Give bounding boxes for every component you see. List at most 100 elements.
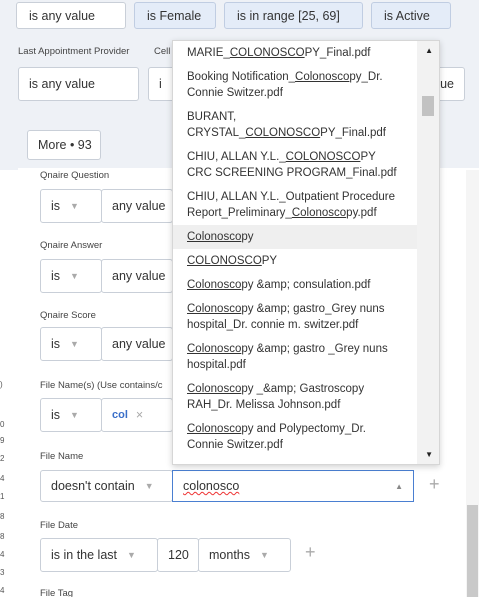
add-icon[interactable]: + — [305, 542, 316, 563]
suggestion-item[interactable]: BURANT, CRYSTAL_COLONOSCOPY_Final.pdf — [173, 105, 417, 145]
panel-scrollbar-thumb[interactable] — [467, 505, 478, 597]
suggestion-text-post: py — [241, 231, 254, 243]
chevron-down-icon: ▼ — [127, 550, 136, 560]
file-date-number[interactable]: 120 — [157, 538, 199, 572]
qnaire-score-op[interactable]: is ▼ — [40, 327, 102, 361]
value-text: any value — [112, 337, 166, 351]
file-date-op[interactable]: is in the last ▼ — [40, 538, 158, 572]
suggestion-text-post: PY_Final.pdf — [304, 47, 371, 59]
unit-value: months — [209, 548, 250, 562]
op-value: is — [51, 269, 61, 283]
provider-select[interactable]: is any value — [18, 67, 139, 101]
side-number: 8 — [0, 532, 5, 541]
file-tag-label: File Tag — [40, 588, 74, 597]
file-date-unit[interactable]: months ▼ — [198, 538, 291, 572]
more-filters-button[interactable]: More • 93 — [27, 130, 101, 160]
close-icon[interactable]: × — [136, 408, 143, 422]
right-select-value: ue — [440, 77, 454, 91]
suggestion-text-match: COLONOSCO — [229, 47, 305, 59]
op-value: is — [51, 408, 61, 422]
cell-label: Cell — [154, 46, 171, 57]
filter-chip-any-value[interactable]: is any value — [16, 2, 126, 29]
suggestion-item[interactable]: Colonoscopy &amp; gastro _Grey nuns hosp… — [173, 337, 417, 377]
file-name-op[interactable]: doesn't contain ▼ — [40, 470, 173, 502]
suggestion-scrollbar[interactable]: ▲ ▼ — [417, 41, 439, 464]
filter-chip-female[interactable]: is Female — [134, 2, 216, 29]
filter-chip-age-range[interactable]: is in range [25, 69] — [224, 2, 363, 29]
suggestion-item[interactable]: Booking Notification_Colonoscopy_Dr. Con… — [173, 65, 417, 105]
chevron-down-icon: ▼ — [70, 339, 79, 349]
scroll-up-icon[interactable]: ▲ — [425, 46, 433, 55]
file-name-suggestions: MARIE_COLONOSCOPY_Final.pdf Booking Notif… — [172, 40, 440, 465]
value-text: any value — [112, 199, 166, 213]
file-names-op[interactable]: is ▼ — [40, 398, 102, 432]
add-icon[interactable]: + — [429, 474, 440, 495]
input-text: colonosco — [183, 479, 240, 493]
suggestion-item[interactable]: Colonoscopy — [173, 225, 417, 249]
last-appointment-provider-label: Last Appointment Provider — [18, 46, 130, 57]
suggestion-text-pre: Booking Notification_ — [187, 71, 296, 83]
qnaire-answer-op[interactable]: is ▼ — [40, 259, 102, 293]
side-number: 9 — [0, 436, 5, 445]
suggestion-list: MARIE_COLONOSCOPY_Final.pdf Booking Notif… — [173, 41, 417, 457]
provider-select-value: is any value — [29, 77, 96, 91]
suggestion-item[interactable]: MARIE_COLONOSCOPY_Final.pdf — [173, 41, 417, 65]
op-value: is in the last — [51, 548, 118, 562]
qnaire-answer-value[interactable]: any value — [101, 259, 173, 293]
side-number: 8 — [0, 512, 5, 521]
qnaire-score-label: Qnaire Score — [40, 310, 96, 321]
more-filters-label: More • 93 — [38, 138, 92, 152]
qnaire-question-value[interactable]: any value — [101, 189, 173, 223]
file-names-tags[interactable]: col × — [101, 398, 173, 432]
side-number: 4 — [0, 550, 5, 559]
suggestion-text-match: Colonosco — [187, 231, 242, 243]
file-name-label: File Name — [40, 451, 84, 462]
scroll-down-icon[interactable]: ▼ — [425, 450, 433, 459]
suggestion-item[interactable]: CHIU, ALLAN Y.L._Outpatient Procedure Re… — [173, 185, 417, 225]
filter-chip-active[interactable]: is Active — [371, 2, 451, 29]
file-date-label: File Date — [40, 520, 79, 531]
suggestion-text-match: Colonosco — [295, 71, 350, 83]
side-number: 4 — [0, 586, 5, 595]
suggestion-item[interactable]: Colonoscopy _&amp; Gastroscopy RAH_Dr. M… — [173, 377, 417, 417]
chevron-down-icon: ▼ — [260, 550, 269, 560]
suggestion-text-post: PY_Final.pdf — [320, 127, 387, 139]
suggestion-item[interactable]: CHIU, ALLAN Y.L._COLONOSCOPY CRC SCREENI… — [173, 145, 417, 185]
number-value: 120 — [168, 548, 189, 562]
value-text: any value — [112, 269, 166, 283]
suggestion-text-match: COLONOSCO — [245, 127, 321, 139]
tag-col: col — [112, 409, 128, 421]
side-number: 1 — [0, 492, 5, 501]
chevron-down-icon: ▼ — [70, 201, 79, 211]
suggestion-text-post: PY — [261, 255, 278, 267]
suggestion-text-pre: MARIE_ — [187, 47, 230, 59]
chevron-up-icon[interactable]: ▲ — [395, 482, 403, 491]
qnaire-question-label: Qnaire Question — [40, 170, 110, 181]
suggestion-item[interactable]: COLONOSCOPY — [173, 249, 417, 273]
suggestion-item[interactable]: Colonoscopy &amp; consulation.pdf — [173, 273, 417, 297]
suggestion-item[interactable]: Colonoscopy &amp; gastro_Grey nuns hospi… — [173, 297, 417, 337]
suggestion-text-match: Colonosco — [291, 207, 347, 219]
op-value: is — [51, 199, 61, 213]
chevron-down-icon: ▼ — [70, 271, 79, 281]
suggestion-text-match: Colonosco — [187, 279, 242, 291]
side-number: 2 — [0, 454, 5, 463]
suggestion-text-pre: BURANT, CRYSTAL_ — [187, 111, 246, 139]
chevron-down-icon: ▼ — [70, 410, 79, 420]
suggestion-text-match: Colonosco — [187, 423, 242, 435]
file-name-search-input[interactable]: colonosco ▲ — [172, 470, 414, 502]
suggestion-scroll-thumb[interactable] — [422, 96, 434, 116]
suggestion-item[interactable]: Colonoscopy and Polypectomy_Dr. Connie S… — [173, 417, 417, 457]
chevron-down-icon: ▼ — [144, 481, 154, 491]
cell-select-value: i — [159, 77, 162, 91]
suggestion-text-match: COLONOSCO — [187, 255, 262, 267]
op-value: is — [51, 337, 61, 351]
qnaire-question-op[interactable]: is ▼ — [40, 189, 102, 223]
suggestion-text-post: py.pdf — [346, 207, 377, 219]
qnaire-score-value[interactable]: any value — [101, 327, 173, 361]
qnaire-answer-label: Qnaire Answer — [40, 240, 103, 251]
suggestion-text-match: Colonosco — [187, 343, 242, 355]
suggestion-text-match: Colonosco — [187, 383, 242, 395]
file-names-label: File Name(s) (Use contains/c — [40, 380, 163, 391]
suggestion-text-pre: CHIU, ALLAN Y.L._ — [187, 151, 286, 163]
